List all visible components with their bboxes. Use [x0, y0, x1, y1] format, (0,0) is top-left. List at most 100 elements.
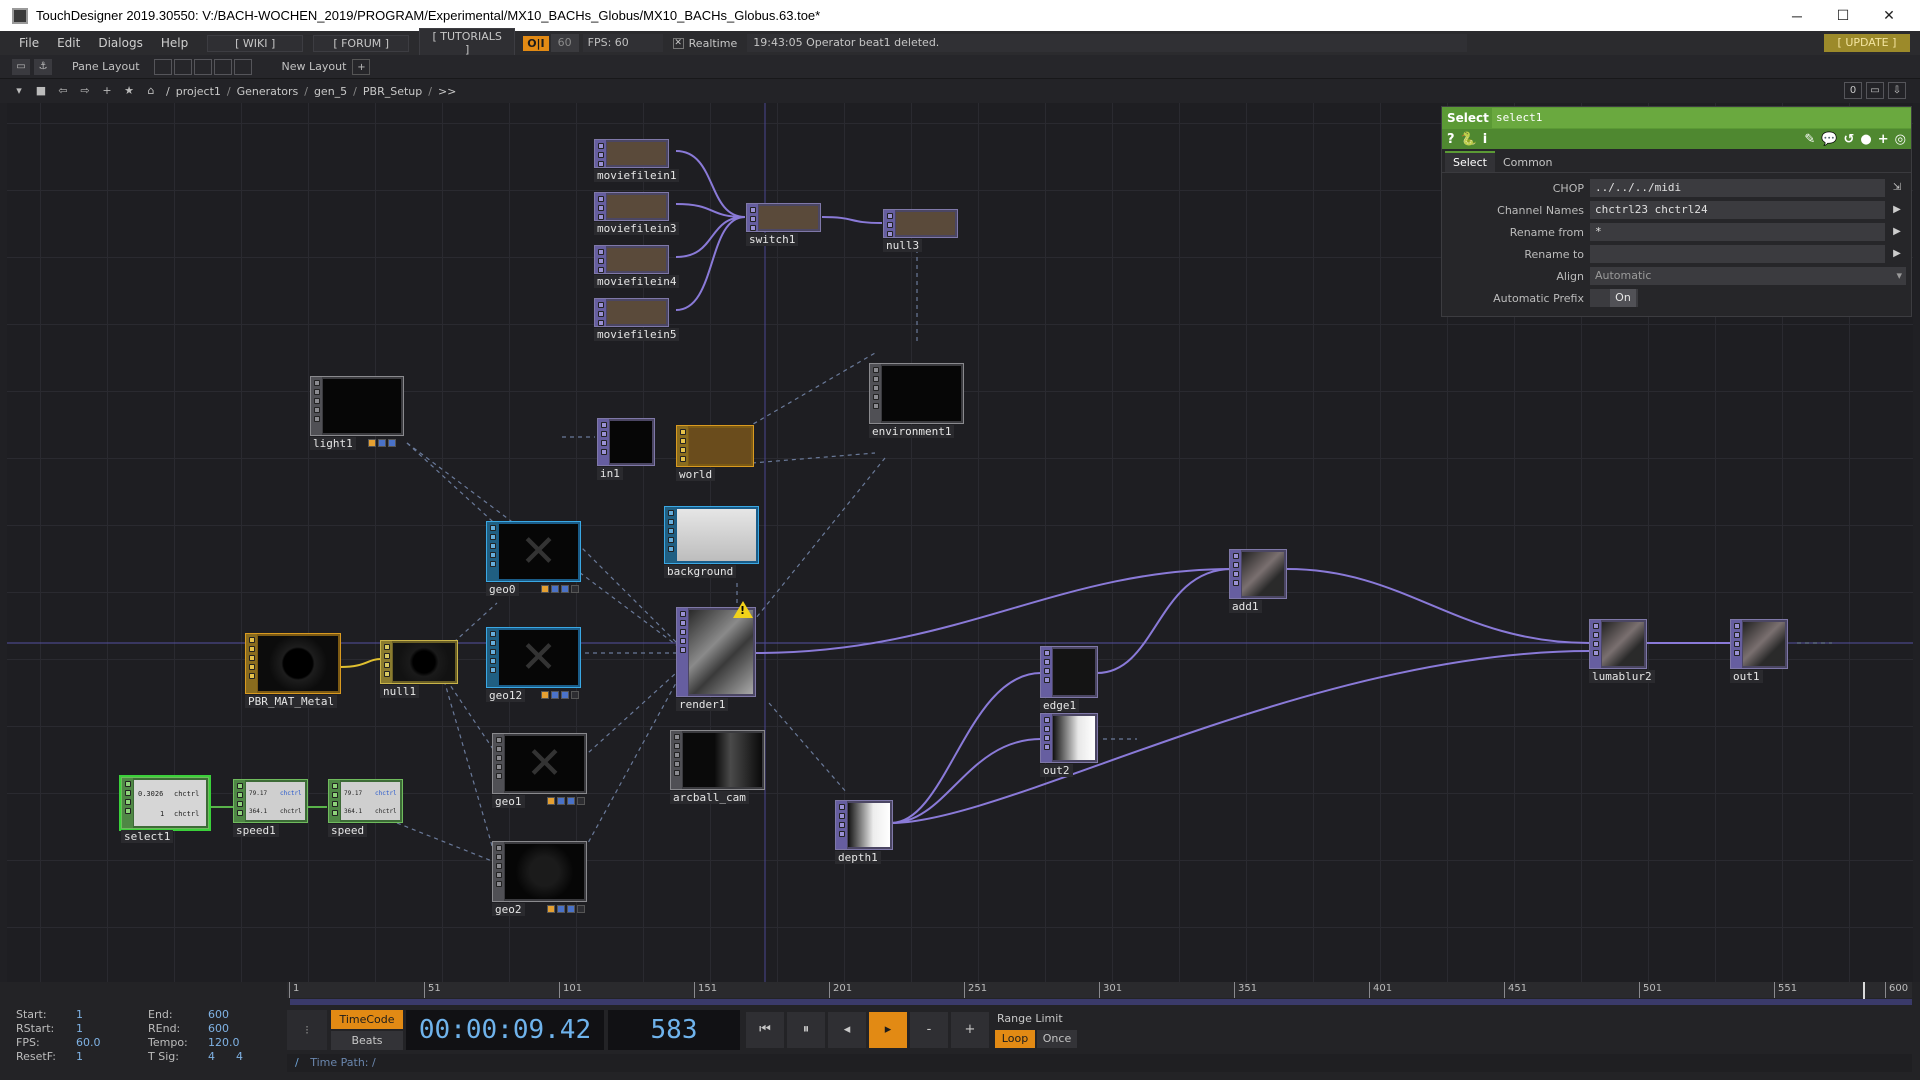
menu-file[interactable]: File [10, 36, 48, 50]
once-button[interactable]: Once [1037, 1030, 1077, 1048]
node-moviefilein1[interactable]: moviefilein1 [594, 139, 680, 189]
expand-arrow-icon[interactable]: ▶ [1888, 223, 1906, 241]
pane-menu-icon[interactable]: ▾ [10, 82, 28, 100]
network-max-button[interactable]: ▭ [1866, 82, 1884, 99]
rewind-button[interactable]: ⏮ [746, 1012, 784, 1048]
update-button[interactable]: [ UPDATE ] [1824, 34, 1910, 52]
bookmark-star-icon[interactable]: ★ [120, 82, 138, 100]
layout-vsplit-button[interactable] [173, 58, 192, 75]
tab-common[interactable]: Common [1495, 153, 1561, 172]
node-select1[interactable]: 0.3026 chctrl 1 chctrl select1 [119, 775, 213, 847]
add-layout-button[interactable]: + [352, 58, 371, 75]
operator-name-field[interactable]: select1 [1492, 108, 1911, 128]
chop-browse-icon[interactable]: ⇲ [1888, 179, 1906, 197]
python-icon[interactable]: ● [1860, 132, 1871, 147]
timeline-settings-toggle[interactable]: ⁝ [287, 1010, 327, 1050]
crumb-pbr-setup[interactable]: PBR_Setup [363, 85, 422, 98]
back-icon[interactable]: ⇦ [54, 82, 72, 100]
python-help-icon[interactable]: 🐍 [1461, 132, 1477, 147]
node-out1[interactable]: out1 [1730, 619, 1792, 689]
node-render1[interactable]: render1 ! [676, 601, 766, 717]
menu-edit[interactable]: Edit [48, 36, 89, 50]
tsig-value[interactable]: 4 4 [208, 1050, 243, 1063]
network-zero-button[interactable]: 0 [1844, 82, 1862, 99]
pane-link-icon[interactable]: ⚓ [34, 58, 52, 75]
pause-button[interactable]: ⏸ [787, 1012, 825, 1048]
auto-prefix-toggle[interactable]: On [1590, 289, 1638, 307]
rend-value[interactable]: 600 [208, 1022, 229, 1035]
fps-value[interactable]: 60.0 [76, 1036, 101, 1049]
resetf-value[interactable]: 1 [76, 1050, 83, 1063]
time-display[interactable]: 00:00:09.42 [406, 1010, 604, 1050]
crumb-project1[interactable]: project1 [176, 85, 221, 98]
wiki-button[interactable]: [ WIKI ] [207, 34, 304, 52]
node-depth1[interactable]: depth1 [835, 800, 897, 880]
node-in1[interactable]: in1 [597, 418, 657, 498]
node-null3[interactable]: null3 [883, 209, 963, 259]
node-world[interactable]: world [676, 425, 758, 495]
pane-type-icon[interactable]: ■ [32, 82, 50, 100]
layout-quad-button[interactable] [233, 58, 252, 75]
channel-names-field[interactable]: chctrl23 chctrl24 [1590, 201, 1885, 219]
node-speed1[interactable]: 79.17 chctrl 364.1 chctrl speed1 [233, 779, 313, 849]
tab-select[interactable]: Select [1445, 151, 1495, 172]
node-geo12[interactable]: ✕ geo12 [486, 627, 584, 707]
minimize-button[interactable]: ─ [1774, 0, 1820, 31]
node-moviefilein4[interactable]: moviefilein4 [594, 245, 680, 295]
step-forward-button[interactable]: + [951, 1012, 989, 1048]
node-geo1[interactable]: ✕ geo1 [492, 733, 590, 813]
node-add1[interactable]: add1 [1229, 549, 1291, 619]
node-pbr-mat-metal[interactable]: PBR_MAT_Metal [245, 633, 345, 713]
realtime-toggle[interactable]: ✕ Realtime [672, 37, 737, 50]
target-icon[interactable]: ◎ [1895, 132, 1906, 147]
node-moviefilein5[interactable]: moviefilein5 [594, 298, 680, 348]
beats-button[interactable]: Beats [331, 1031, 403, 1050]
loop-button[interactable]: Loop [995, 1030, 1035, 1048]
rename-to-field[interactable] [1590, 245, 1885, 263]
tutorials-button[interactable]: [ TUTORIALS ] [419, 28, 516, 58]
chop-path-field[interactable]: ../../../midi [1590, 179, 1885, 197]
pane-split-icon[interactable]: ▭ [12, 58, 30, 75]
new-layout-button[interactable]: New Layout [282, 60, 347, 73]
layout-three-button[interactable] [213, 58, 232, 75]
layout-hsplit-button[interactable] [193, 58, 212, 75]
node-light1[interactable]: light1 [310, 376, 406, 456]
timeline-ruler[interactable]: 1 51 101 151 201 251 301 351 401 451 501… [287, 982, 1912, 1004]
node-edge1[interactable]: edge1 [1040, 646, 1102, 716]
play-forward-button[interactable]: ▸ [869, 1012, 907, 1048]
comment-icon[interactable]: 💬 [1821, 132, 1837, 147]
info-icon[interactable]: i [1483, 132, 1487, 147]
cook-rate-field[interactable]: 60 [550, 34, 579, 52]
crumb-more[interactable]: >> [438, 85, 456, 98]
expand-arrow-icon[interactable]: ▶ [1888, 201, 1906, 219]
node-out2[interactable]: out2 [1040, 713, 1102, 783]
node-geo2[interactable]: geo2 [492, 841, 590, 921]
add-param-icon[interactable]: + [1878, 132, 1889, 147]
align-menu[interactable]: Automatic ▾ [1590, 267, 1906, 285]
node-speed[interactable]: 79.17 chctrl 364.1 chctrl speed [328, 779, 408, 849]
end-value[interactable]: 600 [208, 1008, 229, 1021]
time-path-field[interactable]: Time Path: / [310, 1056, 376, 1069]
maximize-button[interactable]: ☐ [1820, 0, 1866, 31]
forward-icon[interactable]: ⇨ [76, 82, 94, 100]
network-down-button[interactable]: ⇩ [1888, 82, 1906, 99]
crumb-generators[interactable]: Generators [237, 85, 299, 98]
edit-icon[interactable]: ✎ [1804, 132, 1815, 147]
node-moviefilein3[interactable]: moviefilein3 [594, 192, 680, 242]
menu-help[interactable]: Help [152, 36, 197, 50]
range-bar[interactable] [290, 999, 1912, 1005]
cook-toggle-button[interactable]: O|I [523, 35, 549, 51]
node-lumablur2[interactable]: lumablur2 [1589, 619, 1669, 689]
timecode-button[interactable]: TimeCode [331, 1010, 403, 1029]
home-icon[interactable]: ⌂ [142, 82, 160, 100]
expand-arrow-icon[interactable]: ▶ [1888, 245, 1906, 263]
tempo-value[interactable]: 120.0 [208, 1036, 240, 1049]
help-icon[interactable]: ? [1447, 132, 1455, 147]
node-null1[interactable]: null1 [380, 640, 462, 710]
play-reverse-button[interactable]: ◂ [828, 1012, 866, 1048]
crumb-gen5[interactable]: gen_5 [314, 85, 347, 98]
start-value[interactable]: 1 [76, 1008, 83, 1021]
close-button[interactable]: ✕ [1866, 0, 1912, 31]
realtime-checkbox[interactable]: ✕ [672, 37, 684, 49]
forum-button[interactable]: [ FORUM ] [313, 34, 410, 52]
